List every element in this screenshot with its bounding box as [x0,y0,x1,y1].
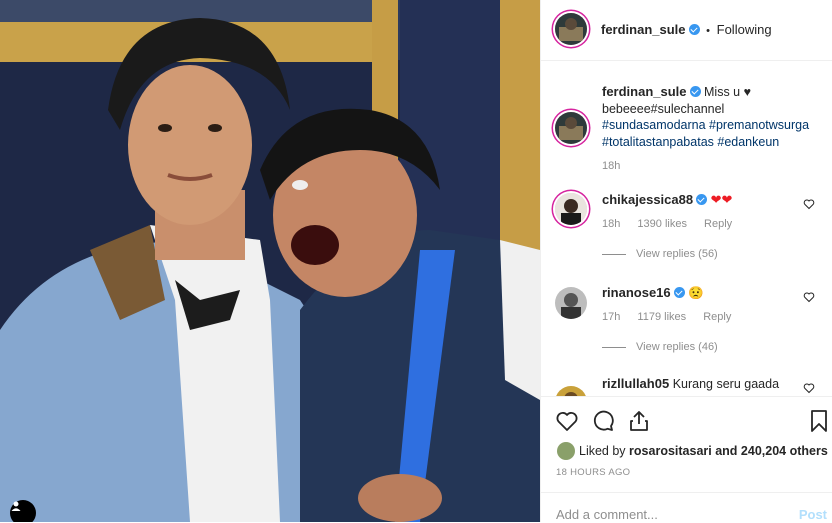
comment-body: ❤❤ [710,192,733,207]
comment-body: Kurang seru gaada [672,377,780,391]
user-tag-icon[interactable] [10,500,36,522]
view-replies-label: View replies (46) [636,341,718,353]
comment-text: rizllullah05 Kurang seru gaada [602,376,812,393]
caption-hashtags-3[interactable]: #totalitastanpabatas #edankeun [602,135,779,149]
caption-hashtags-1[interactable]: bebeeee#sulechannel [602,102,724,116]
replies-line [602,253,626,255]
comment-like-icon[interactable] [803,291,815,303]
verified-badge-icon [673,287,685,298]
post-timestamp[interactable]: 18 HOURS AGO [556,467,630,478]
following-button[interactable]: Following [717,22,772,37]
liker-avatar[interactable] [557,442,575,460]
verified-badge-icon [696,194,708,205]
post-comment-button[interactable]: Post [799,507,827,522]
commenter-avatar[interactable] [555,287,587,319]
liked-by: Liked by rosarositasari and 240,204 othe… [557,442,828,460]
author-avatar[interactable] [555,13,587,45]
caption-username[interactable]: ferdinan_sule [602,84,687,99]
view-replies-button[interactable]: View replies (56) [602,248,718,260]
comment-box: Add a comment... Post [541,492,832,523]
comment-body: 😟 [688,286,704,300]
post-sidebar: ferdinan_sule • Following ferdinan_sule … [540,0,832,522]
comment-time: 18h [602,218,621,230]
caption-hashtags-2[interactable]: #sundasamodarna #premanotwsurga [602,118,809,132]
verified-badge-icon [689,86,701,97]
comment-likes[interactable]: 1390 likes [637,218,687,230]
commenter-username[interactable]: chikajessica88 [602,192,693,207]
photo-illustration [0,0,540,522]
view-replies-button[interactable]: View replies (46) [602,341,718,353]
comment-meta: 18h 1390 likes Reply [602,218,746,230]
commenter-avatar[interactable] [555,193,587,225]
reply-button[interactable]: Reply [704,218,732,230]
caption-time: 18h [602,160,621,172]
heart-icon[interactable] [555,409,579,433]
author-username[interactable]: ferdinan_sule [601,22,686,37]
replies-line [602,346,626,348]
comment-like-icon[interactable] [803,198,815,210]
caption-meta: 18h [602,160,634,172]
caption-text: ferdinan_sule Miss u ♥ bebeeee#sulechann… [602,84,812,150]
bookmark-icon[interactable] [807,409,831,433]
comment-like-icon[interactable] [803,382,815,394]
liked-by-prefix: Liked by [579,444,626,458]
liked-by-others[interactable]: and 240,204 others [715,444,828,458]
view-replies-label: View replies (56) [636,248,718,260]
caption-avatar[interactable] [555,112,587,144]
post-header: ferdinan_sule • Following [541,0,832,61]
liked-by-user[interactable]: rosarositasari [629,444,712,458]
post-photo[interactable] [0,0,540,522]
commenter-avatar[interactable] [555,386,587,396]
comment-icon[interactable] [591,409,615,433]
separator-dot: • [706,25,711,37]
comment-text: chikajessica88 ❤❤ [602,192,812,209]
comment-time: 17h [602,311,621,323]
commenter-username[interactable]: rizllullah05 [602,376,669,391]
comment-text: rinanose16 😟 [602,285,812,302]
commenter-username[interactable]: rinanose16 [602,285,671,300]
comment-input[interactable]: Add a comment... [556,507,658,522]
comments-list: ferdinan_sule Miss u ♥ bebeeee#sulechann… [541,61,832,396]
comment-meta: 17h 1179 likes Reply [602,311,745,323]
share-icon[interactable] [627,409,651,433]
verified-badge-icon [688,24,700,35]
caption-message: Miss u ♥ [704,85,752,99]
header-name-row: ferdinan_sule • Following [601,22,772,37]
reply-button[interactable]: Reply [703,311,731,323]
comment-likes[interactable]: 1179 likes [637,311,686,323]
